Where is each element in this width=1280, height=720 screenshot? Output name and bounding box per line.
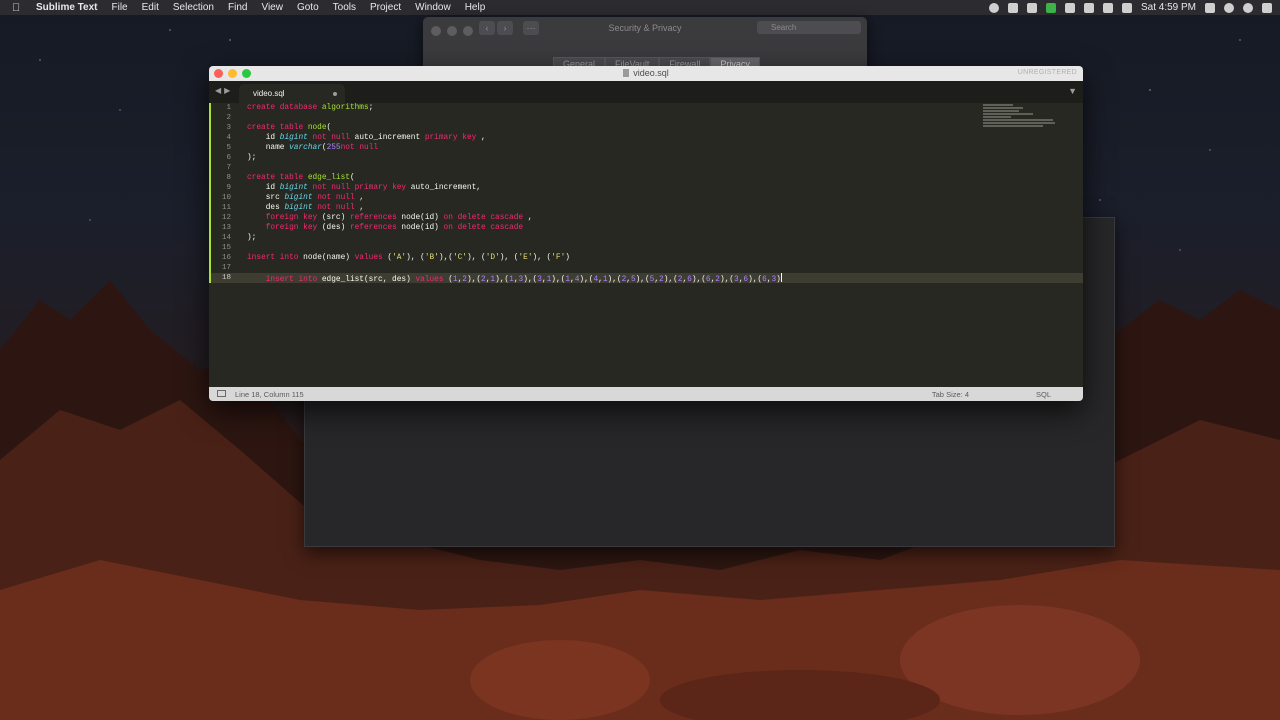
line-number-gutter: 1 2 3 4 5 6 7 8 9 10 11 12 13 14 15 16 1… [209, 103, 233, 387]
code-text[interactable]: create database algorithms; create table… [247, 103, 973, 284]
document-icon [623, 69, 630, 77]
menu-view[interactable]: View [261, 2, 283, 13]
tab-video-sql[interactable]: video.sql [239, 84, 345, 103]
line-number: 13 [221, 224, 231, 232]
search-input[interactable]: Search [757, 21, 861, 34]
menu-edit[interactable]: Edit [142, 2, 159, 13]
syntax-selector[interactable]: SQL [1036, 390, 1051, 399]
code-line[interactable]: ); [247, 153, 973, 163]
code-line[interactable]: name varchar(255not null [247, 143, 973, 153]
siri-icon[interactable] [1243, 2, 1253, 13]
user-icon[interactable] [1205, 2, 1215, 13]
code-line[interactable]: insert into node(name) values ('A'), ('B… [247, 253, 973, 263]
code-line[interactable]: des bigint not null , [247, 203, 973, 213]
window-title: video.sql [209, 68, 1083, 78]
code-line[interactable]: id bigint not null auto_increment primar… [247, 133, 973, 143]
line-number: 10 [221, 194, 231, 202]
window-title-text: video.sql [633, 68, 669, 78]
unsaved-dot-icon[interactable] [333, 92, 337, 96]
line-number: 1 [226, 104, 231, 112]
line-number: 12 [221, 214, 231, 222]
line-number: 4 [226, 134, 231, 142]
menu-bar:  Sublime Text File Edit Selection Find … [0, 0, 1280, 15]
code-line[interactable]: insert into edge_list(src, des) values (… [247, 273, 973, 284]
apple-menu-icon[interactable]:  [12, 2, 26, 14]
cursor-position[interactable]: Line 18, Column 115 [235, 390, 304, 399]
line-number: 11 [221, 204, 231, 212]
line-number: 2 [226, 114, 231, 122]
line-number: 14 [221, 234, 231, 242]
greenshot-icon[interactable] [1045, 2, 1056, 13]
record-icon[interactable] [988, 2, 999, 13]
show-panel-icon[interactable] [217, 390, 226, 397]
sublime-text-window: video.sql UNREGISTERED ◀▶ video.sql ▼ 1 … [209, 66, 1083, 401]
pen-icon[interactable] [1064, 2, 1075, 13]
code-line[interactable] [247, 243, 973, 253]
code-line[interactable]: create database algorithms; [247, 103, 973, 113]
menu-project[interactable]: Project [370, 2, 401, 13]
menu-help[interactable]: Help [465, 2, 486, 13]
grid-icon[interactable] [1026, 2, 1037, 13]
code-line[interactable]: foreign key (src) references node(id) on… [247, 213, 973, 223]
battery-icon[interactable] [1121, 2, 1132, 13]
status-bar: Line 18, Column 115 Tab Size: 4 SQL [209, 387, 1083, 401]
line-number: 5 [226, 144, 231, 152]
code-line[interactable]: src bigint not null , [247, 193, 973, 203]
menu-find[interactable]: Find [228, 2, 247, 13]
code-line[interactable] [247, 163, 973, 173]
wifi-icon[interactable] [1102, 2, 1113, 13]
line-number: 8 [226, 174, 231, 182]
app-menu[interactable]: Sublime Text [36, 2, 98, 13]
line-number: 9 [226, 184, 231, 192]
notification-center-icon[interactable] [1262, 2, 1272, 13]
code-line[interactable]: id bigint not null primary key auto_incr… [247, 183, 973, 193]
line-number: 7 [226, 164, 231, 172]
code-line[interactable] [247, 263, 973, 273]
tab-nav-arrows-icon[interactable]: ◀▶ [215, 86, 233, 95]
skype-icon[interactable] [1083, 2, 1094, 13]
spotlight-search-icon[interactable] [1224, 2, 1234, 13]
code-line[interactable]: create table node( [247, 123, 973, 133]
code-line[interactable]: create table edge_list( [247, 173, 973, 183]
menubar-clock[interactable]: Sat 4:59 PM [1141, 2, 1196, 13]
line-number: 16 [221, 254, 231, 262]
menu-selection[interactable]: Selection [173, 2, 214, 13]
menu-goto[interactable]: Goto [297, 2, 319, 13]
code-line[interactable] [247, 113, 973, 123]
line-number: 6 [226, 154, 231, 162]
cloud-icon[interactable] [1007, 2, 1018, 13]
unregistered-label: UNREGISTERED [1017, 69, 1077, 76]
status-menus: Sat 4:59 PM [988, 0, 1272, 15]
code-line[interactable]: ); [247, 233, 973, 243]
menu-window[interactable]: Window [415, 2, 451, 13]
line-number-current: 18 [221, 274, 231, 282]
line-number: 3 [226, 124, 231, 132]
tab-label: video.sql [253, 89, 285, 98]
tab-size-selector[interactable]: Tab Size: 4 [932, 390, 969, 399]
menu-file[interactable]: File [112, 2, 128, 13]
minimap[interactable] [983, 103, 1073, 143]
tab-bar: ◀▶ video.sql ▼ [209, 81, 1083, 103]
title-bar: video.sql UNREGISTERED [209, 66, 1083, 81]
tab-list-chevron-down-icon[interactable]: ▼ [1068, 86, 1077, 96]
code-editor[interactable]: 1 2 3 4 5 6 7 8 9 10 11 12 13 14 15 16 1… [209, 103, 1083, 387]
line-number: 17 [221, 264, 231, 272]
code-line[interactable]: foreign key (des) references node(id) on… [247, 223, 973, 233]
menu-tools[interactable]: Tools [333, 2, 356, 13]
text-caret [780, 273, 782, 282]
line-number: 15 [221, 244, 231, 252]
